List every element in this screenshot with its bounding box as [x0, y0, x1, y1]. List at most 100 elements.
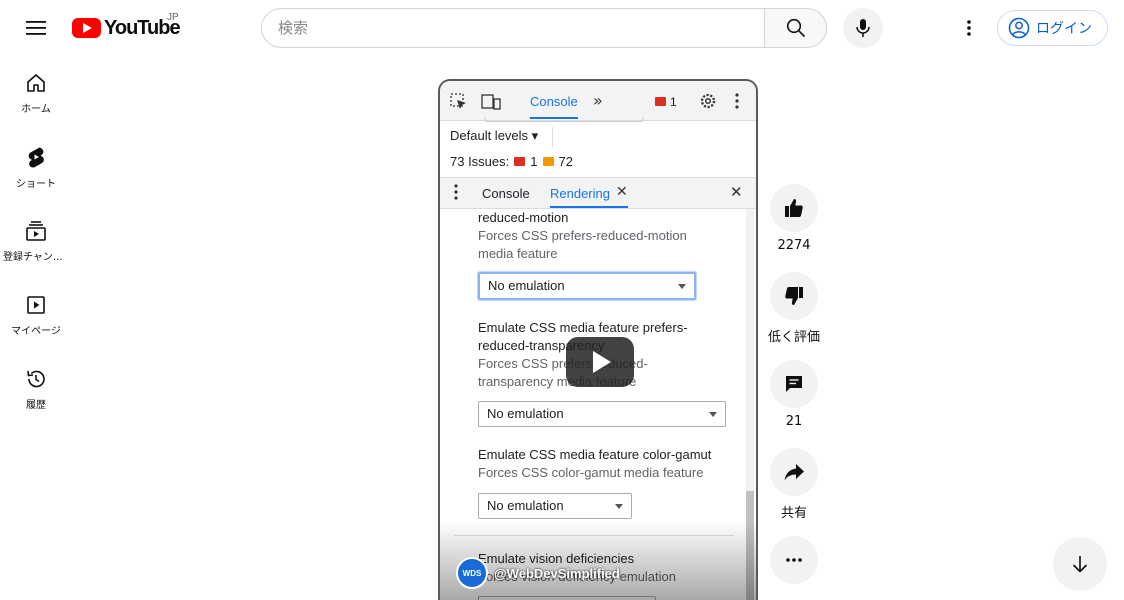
channel-info[interactable]: WDS @WebDevSimplified — [456, 557, 620, 589]
setting-title: reduced-motion — [478, 210, 569, 225]
comment-count: 21 — [785, 414, 803, 429]
error-flag-icon — [514, 157, 526, 166]
caret-down-icon — [615, 504, 623, 509]
gear-icon — [700, 93, 716, 109]
login-label: ログイン — [1036, 21, 1092, 37]
emulation-select — [478, 596, 656, 600]
share-action: 共有 — [760, 448, 828, 521]
share-icon — [784, 464, 804, 481]
inspect-element-icon — [450, 93, 466, 109]
home-icon — [27, 73, 45, 92]
comment-icon — [786, 376, 802, 392]
thumb-down-icon — [785, 287, 803, 305]
issues-summary: 73 Issues: 1 72 — [450, 154, 573, 169]
search-icon — [786, 18, 805, 38]
search-input[interactable] — [261, 8, 764, 48]
channel-avatar[interactable]: WDS — [456, 557, 488, 589]
comments-button[interactable] — [770, 360, 818, 408]
drawer-tab-console: Console — [482, 186, 530, 201]
rendering-panel: reduced-motion Forces CSS prefers-reduce… — [454, 209, 744, 600]
youtube-logo[interactable]: YouTube — [72, 14, 181, 42]
settings-more-button[interactable] — [952, 10, 986, 46]
more-action — [760, 536, 828, 584]
login-button[interactable]: ログイン — [997, 10, 1108, 46]
select-value: No emulation — [488, 278, 565, 293]
sidebar-item-label: 履歴 — [26, 399, 46, 411]
history-icon — [27, 370, 45, 387]
emulation-select: No emulation — [478, 272, 696, 300]
emulation-select: No emulation — [478, 401, 726, 427]
tab-close-icon: ✕ — [616, 183, 628, 199]
setting-title: Emulate CSS media feature color-gamut — [478, 447, 712, 462]
caret-down-icon — [678, 284, 686, 289]
sidebar-item-shorts[interactable]: ショート — [0, 130, 72, 204]
sidebar-item-history[interactable]: 履歴 — [0, 352, 72, 426]
shorts-icon — [28, 147, 44, 168]
dislike-label: 低く評価 — [767, 330, 820, 345]
filter-field-remnant — [484, 117, 644, 122]
arrow-down-icon — [1072, 556, 1088, 573]
masthead: YouTube JP ログイン — [0, 0, 1124, 56]
issues-warning-count: 72 — [558, 154, 573, 169]
comments-action: 21 — [760, 360, 828, 429]
microphone-icon — [856, 19, 870, 37]
region-code: JP — [167, 12, 179, 23]
thumb-up-icon — [785, 199, 803, 217]
panel-scrollbar-thumb — [746, 491, 754, 600]
like-action: 2274 — [760, 184, 828, 253]
more-vert-icon — [967, 20, 971, 36]
select-value: No emulation — [487, 406, 564, 421]
sidebar-item-you[interactable]: マイページ — [0, 278, 72, 352]
search-button[interactable] — [764, 8, 827, 48]
dislike-button[interactable] — [770, 272, 818, 320]
like-count: 2274 — [777, 238, 811, 253]
sidebar-item-home[interactable]: ホーム — [0, 56, 72, 130]
sidebar-item-label: ホーム — [21, 103, 51, 115]
sidebar-item-subscriptions[interactable]: 登録チャンネル — [0, 204, 72, 278]
mini-guide: ホーム ショート 登録チャンネル マイページ 履歴 — [0, 56, 72, 426]
devtools-drawer-tabs: Console Rendering ✕ ✕ — [440, 177, 756, 209]
setting-description: media feature — [478, 246, 558, 261]
more-actions-button[interactable] — [770, 536, 818, 584]
drawer-close-icon: ✕ — [730, 184, 743, 201]
drawer-menu-icon — [454, 184, 458, 200]
next-short-button[interactable] — [1053, 537, 1107, 591]
youtube-play-logo-icon — [72, 18, 101, 38]
panel-divider — [454, 535, 734, 536]
share-button[interactable] — [770, 448, 818, 496]
voice-search-button[interactable] — [843, 8, 883, 48]
setting-description: Forces CSS prefers-reduced-motion — [478, 228, 687, 243]
select-value: No emulation — [487, 498, 564, 513]
more-horiz-icon — [786, 558, 802, 562]
devtools-tab-console: Console — [530, 81, 578, 119]
warning-flag-icon — [542, 157, 554, 166]
subscriptions-icon — [26, 220, 46, 241]
issues-error-count: 1 — [530, 154, 538, 169]
channel-handle[interactable]: @WebDevSimplified — [494, 566, 620, 581]
account-circle-icon — [1008, 17, 1030, 39]
devtools-error-count: 1 — [670, 95, 677, 109]
emulation-select: No emulation — [478, 493, 632, 519]
you-icon — [27, 295, 45, 314]
caret-down-icon — [709, 412, 717, 417]
share-label: 共有 — [780, 506, 807, 521]
sidebar-item-label: 登録チャンネル — [3, 251, 69, 263]
more-tabs-chevron-icon: » — [593, 91, 603, 110]
dislike-action: 低く評価 — [760, 272, 828, 345]
toolbar-separator — [552, 127, 553, 147]
device-toolbar-icon — [481, 94, 501, 110]
guide-menu-button[interactable] — [18, 10, 54, 46]
devtools-toolbar: Console » 1 — [440, 81, 756, 121]
search-box — [261, 8, 827, 48]
sidebar-item-label: ショート — [16, 178, 56, 190]
like-button[interactable] — [770, 184, 818, 232]
play-button[interactable] — [566, 337, 634, 387]
error-flag-icon — [655, 97, 666, 106]
sidebar-item-label: マイページ — [11, 325, 61, 337]
hamburger-icon — [26, 21, 46, 35]
setting-description: Forces CSS color-gamut media feature — [478, 465, 704, 480]
default-levels-dropdown: Default levels ▾ — [450, 128, 539, 143]
setting-title: Emulate CSS media feature prefers- — [478, 320, 688, 335]
shorts-video-player[interactable]: Console » 1 Default levels ▾ 73 Issues: … — [438, 79, 758, 600]
devtools-more-icon — [735, 93, 739, 109]
